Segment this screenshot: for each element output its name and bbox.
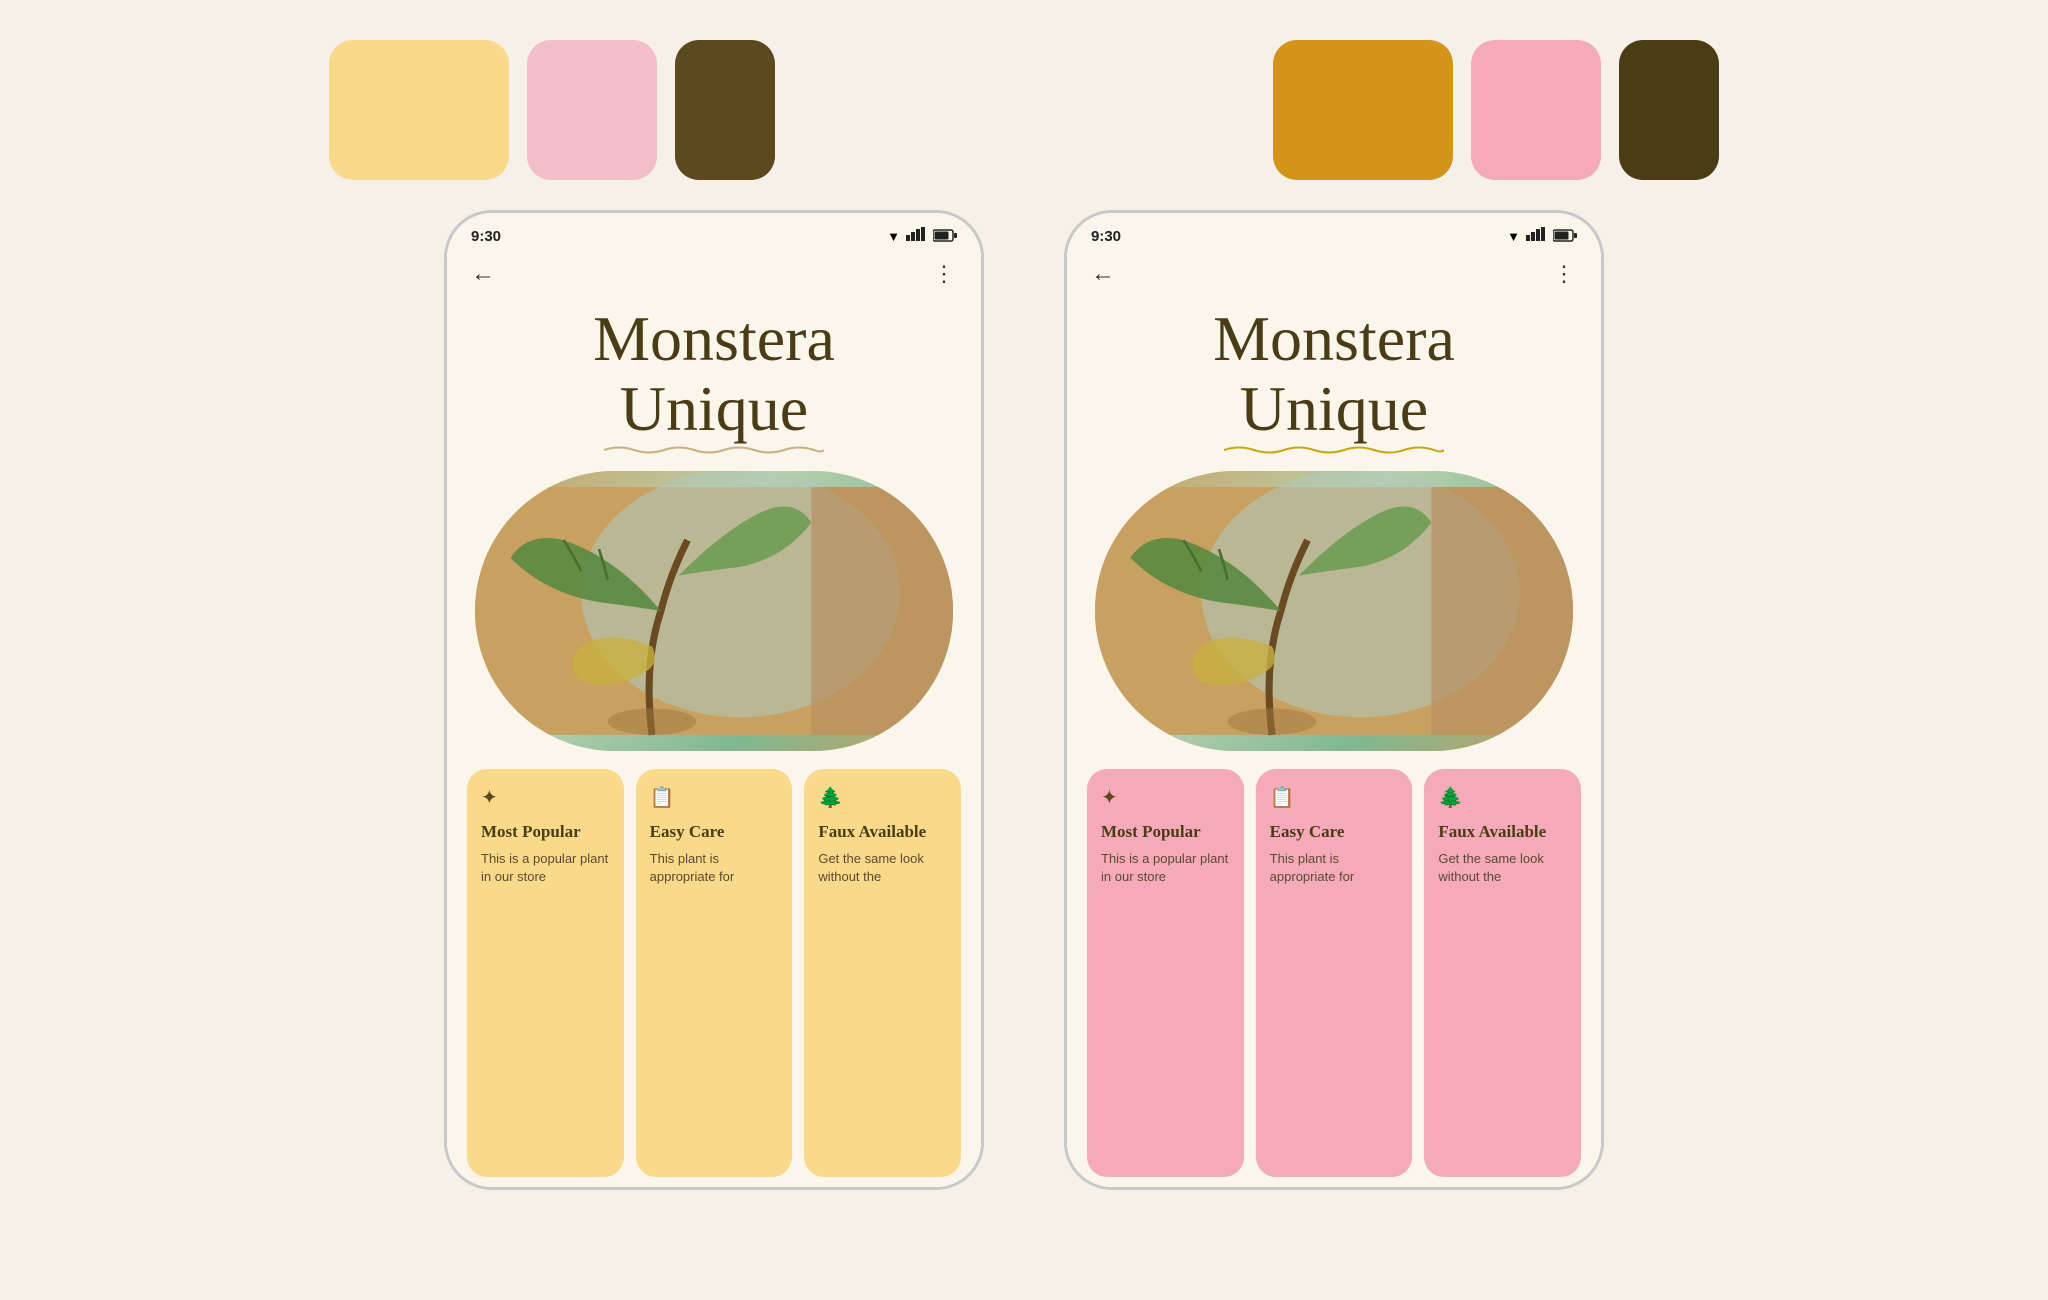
- card-desc-faux-left: Get the same look without the: [818, 850, 947, 886]
- signal-icon: [906, 227, 926, 246]
- nav-bar-left: ← ⋮: [447, 250, 981, 294]
- plant-title-left: MonsteraUnique: [447, 294, 981, 455]
- left-palette: [329, 40, 775, 180]
- card-title-faux-left: Faux Available: [818, 822, 947, 842]
- phone-left-screen: 9:30 ▼ ← ⋮ MonsteraUnique: [447, 213, 981, 1187]
- card-title-faux-right: Faux Available: [1438, 822, 1567, 842]
- phone-right: 9:30 ▼ ← ⋮ MonsteraUnique: [1064, 210, 1604, 1190]
- plant-name-left: MonsteraUnique: [477, 304, 951, 445]
- plant-photo-right: [1095, 471, 1573, 751]
- status-icons-right: ▼: [1507, 227, 1577, 246]
- card-title-popular-right: Most Popular: [1101, 822, 1230, 842]
- card-faux-right: 🌲 Faux Available Get the same look witho…: [1424, 769, 1581, 1177]
- battery-icon-right: [1553, 229, 1577, 245]
- cards-section-left: ✦ Most Popular This is a popular plant i…: [447, 751, 981, 1187]
- time-left: 9:30: [471, 228, 501, 245]
- plant-image-left: [475, 471, 953, 751]
- plant-name-right: MonsteraUnique: [1097, 304, 1571, 445]
- tree-icon-left: 🌲: [818, 785, 947, 810]
- sparkle-icon-left: ✦: [481, 785, 610, 810]
- back-button-left[interactable]: ←: [471, 260, 495, 288]
- status-bar-right: 9:30 ▼: [1067, 213, 1601, 250]
- phones-section: 9:30 ▼ ← ⋮ MonsteraUnique: [0, 210, 2048, 1300]
- more-button-left[interactable]: ⋮: [933, 261, 957, 287]
- swatch-brown-saturated: [1619, 40, 1719, 180]
- card-easy-care-left: 📋 Easy Care This plant is appropriate fo…: [636, 769, 793, 1177]
- swatch-pink-saturated: [1471, 40, 1601, 180]
- tree-icon-right: 🌲: [1438, 785, 1567, 810]
- swatch-yellow-light: [329, 40, 509, 180]
- plant-photo-left: [475, 471, 953, 751]
- card-desc-popular-right: This is a popular plant in our store: [1101, 850, 1230, 886]
- swatch-brown-dark: [675, 40, 775, 180]
- nav-bar-right: ← ⋮: [1067, 250, 1601, 294]
- card-desc-care-left: This plant is appropriate for: [650, 850, 779, 886]
- plant-image-right: [1095, 471, 1573, 751]
- swatch-yellow-saturated: [1273, 40, 1453, 180]
- status-bar-left: 9:30 ▼: [447, 213, 981, 250]
- wifi-icon-right: ▼: [1507, 229, 1520, 244]
- signal-icon-right: [1526, 227, 1546, 246]
- card-title-care-left: Easy Care: [650, 822, 779, 842]
- swatch-pink-light: [527, 40, 657, 180]
- title-underline-left: [604, 445, 824, 455]
- card-most-popular-left: ✦ Most Popular This is a popular plant i…: [467, 769, 624, 1177]
- card-most-popular-right: ✦ Most Popular This is a popular plant i…: [1087, 769, 1244, 1177]
- card-desc-faux-right: Get the same look without the: [1438, 850, 1567, 886]
- card-title-popular-left: Most Popular: [481, 822, 610, 842]
- card-desc-care-right: This plant is appropriate for: [1270, 850, 1399, 886]
- battery-icon: [933, 229, 957, 245]
- card-desc-popular-left: This is a popular plant in our store: [481, 850, 610, 886]
- sparkle-icon-right: ✦: [1101, 785, 1230, 810]
- back-button-right[interactable]: ←: [1091, 260, 1115, 288]
- cards-section-right: ✦ Most Popular This is a popular plant i…: [1067, 751, 1601, 1187]
- phone-left: 9:30 ▼ ← ⋮ MonsteraUnique: [444, 210, 984, 1190]
- color-swatches-section: [0, 0, 2048, 210]
- right-palette: [1273, 40, 1719, 180]
- card-title-care-right: Easy Care: [1270, 822, 1399, 842]
- more-button-right[interactable]: ⋮: [1553, 261, 1577, 287]
- card-faux-left: 🌲 Faux Available Get the same look witho…: [804, 769, 961, 1177]
- card-easy-care-right: 📋 Easy Care This plant is appropriate fo…: [1256, 769, 1413, 1177]
- status-icons-left: ▼: [887, 227, 957, 246]
- title-underline-right: [1224, 445, 1444, 455]
- wifi-icon: ▼: [887, 229, 900, 244]
- time-right: 9:30: [1091, 228, 1121, 245]
- plant-title-right: MonsteraUnique: [1067, 294, 1601, 455]
- clipboard-icon-right: 📋: [1270, 785, 1399, 810]
- clipboard-icon-left: 📋: [650, 785, 779, 810]
- phone-right-screen: 9:30 ▼ ← ⋮ MonsteraUnique: [1067, 213, 1601, 1187]
